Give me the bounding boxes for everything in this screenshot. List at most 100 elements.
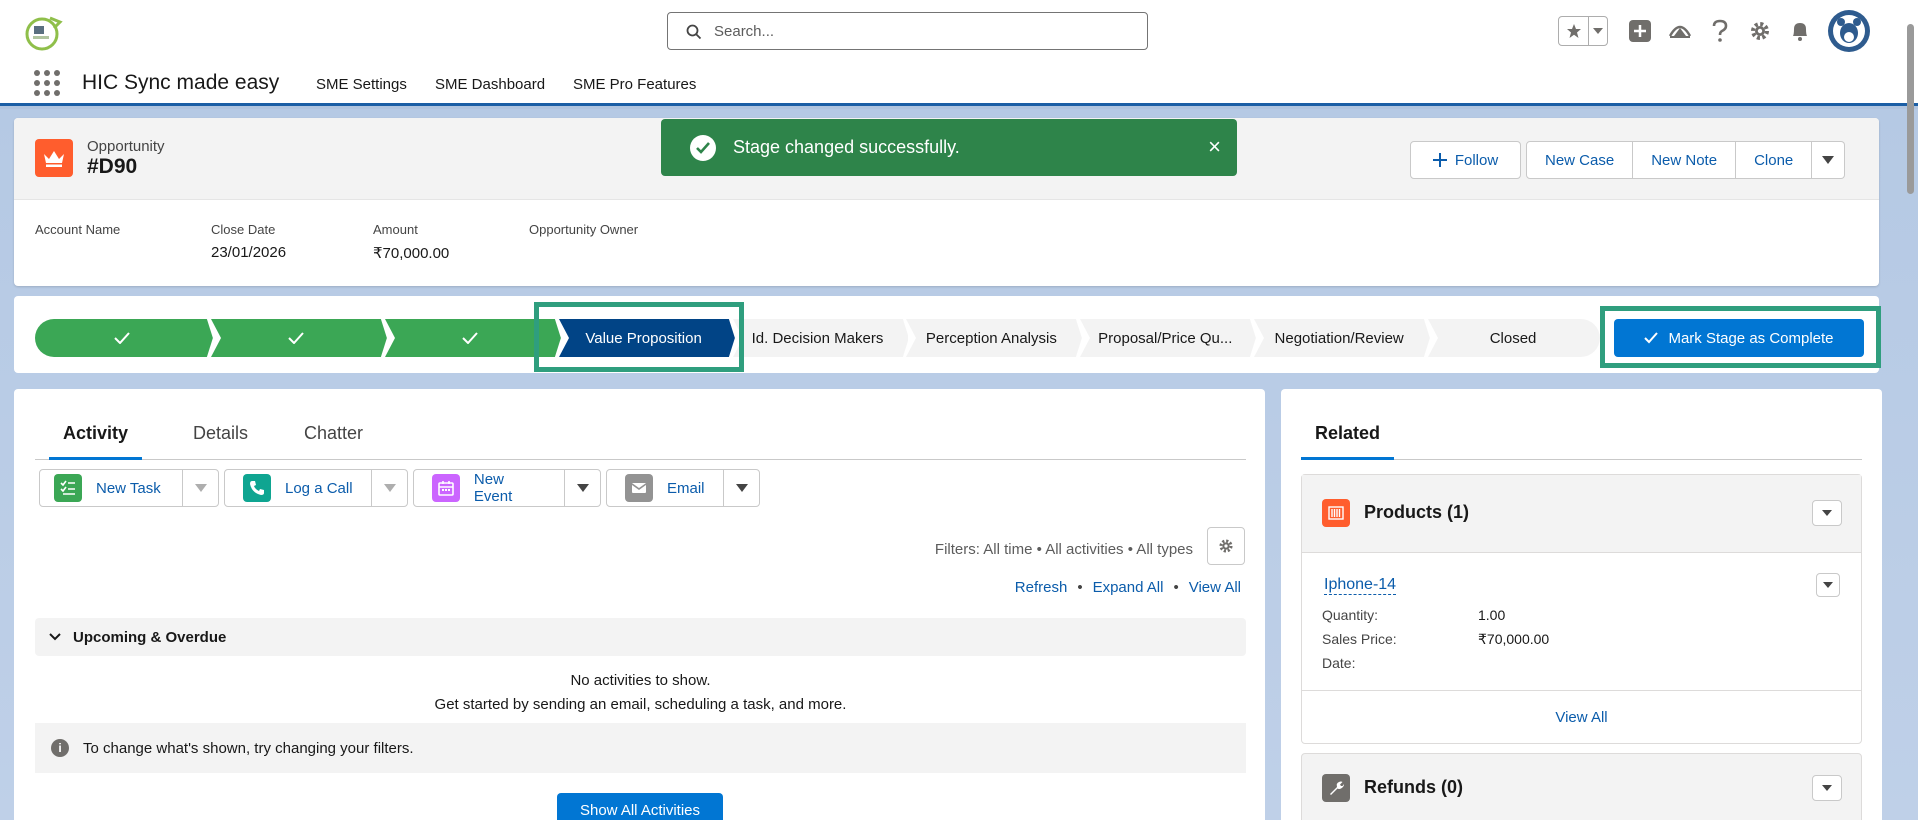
refunds-related-list: Refunds (0) <box>1301 753 1862 820</box>
clone-button[interactable]: Clone <box>1736 141 1813 179</box>
path-stage-label: Negotiation/Review <box>1274 329 1404 347</box>
refunds-title[interactable]: Refunds (0) <box>1364 777 1463 798</box>
setup-gear-icon[interactable] <box>1740 14 1780 48</box>
chevron-down-icon[interactable] <box>1589 17 1607 45</box>
upcoming-overdue-title: Upcoming & Overdue <box>73 628 227 646</box>
email-label: Email <box>667 479 705 497</box>
product-field-label: Sales Price: <box>1322 631 1397 647</box>
field-label: Account Name <box>35 222 121 237</box>
path-stage-label: Proposal/Price Qu... <box>1098 329 1233 347</box>
empty-subtitle: Get started by sending an email, schedul… <box>434 696 847 713</box>
new-task-label: New Task <box>96 479 161 497</box>
product-name-link[interactable]: Iphone-14 <box>1324 576 1397 595</box>
path-stage-6[interactable]: Perception Analysis <box>904 319 1083 357</box>
chevron-down-icon[interactable] <box>723 470 759 506</box>
tab-chatter[interactable]: Chatter <box>290 418 377 460</box>
chevron-down-icon[interactable] <box>1812 775 1842 801</box>
related-tabs: Related <box>1301 418 1862 460</box>
global-header <box>0 0 1918 62</box>
field-value: 23/01/2026 <box>211 244 287 261</box>
close-icon[interactable]: × <box>1208 136 1221 158</box>
view-all-link[interactable]: View All <box>1189 579 1241 596</box>
global-actions-add-icon[interactable] <box>1620 14 1660 48</box>
filter-settings-gear-icon[interactable] <box>1207 527 1245 565</box>
tab-details[interactable]: Details <box>179 418 262 460</box>
info-icon: i <box>51 739 69 757</box>
path-stage-8[interactable]: Negotiation/Review <box>1252 319 1431 357</box>
more-actions-button[interactable] <box>1812 141 1846 179</box>
path-stage-7[interactable]: Proposal/Price Qu... <box>1078 319 1257 357</box>
expand-all-link[interactable]: Expand All <box>1093 579 1164 596</box>
new-event-button[interactable]: New Event <box>413 469 601 507</box>
products-view-all-link[interactable]: View All <box>1302 690 1861 744</box>
avatar[interactable] <box>1828 10 1870 52</box>
activity-filters-text: Filters: All time • All activities • All… <box>934 541 1193 558</box>
opportunity-crown-icon <box>35 139 73 177</box>
chevron-down-icon[interactable] <box>182 470 218 506</box>
products-title[interactable]: Products (1) <box>1364 502 1469 523</box>
tab-activity[interactable]: Activity <box>49 418 143 460</box>
new-task-button[interactable]: New Task <box>39 469 219 507</box>
path-stage-label: Closed <box>1489 329 1537 347</box>
field-account-name: Account Name <box>35 222 120 244</box>
plus-icon <box>1432 153 1447 167</box>
phone-icon <box>243 474 271 502</box>
path-stage-label: Value Proposition <box>585 329 702 347</box>
log-a-call-button[interactable]: Log a Call <box>224 469 408 507</box>
new-note-button[interactable]: New Note <box>1633 141 1737 179</box>
path-stage-9[interactable]: Closed <box>1426 319 1600 357</box>
new-event-label: New Event <box>473 471 513 505</box>
calendar-icon <box>432 474 460 502</box>
record-title: #D90 <box>87 155 138 178</box>
app-name: HIC Sync made easy <box>82 71 280 94</box>
trailhead-icon[interactable] <box>1660 14 1700 48</box>
field-opportunity-owner: Opportunity Owner <box>529 222 638 244</box>
check-icon <box>288 332 304 344</box>
field-label: Amount <box>373 222 418 237</box>
app-launcher-icon[interactable] <box>34 70 60 96</box>
follow-button[interactable]: Follow <box>1410 141 1521 179</box>
product-field-label: Date: <box>1322 655 1356 671</box>
upcoming-overdue-section[interactable]: Upcoming & Overdue <box>35 618 1246 656</box>
field-label: Opportunity Owner <box>529 222 639 237</box>
favorites-group[interactable] <box>1558 16 1608 46</box>
star-icon[interactable] <box>1559 17 1589 45</box>
notifications-bell-icon[interactable] <box>1780 14 1820 48</box>
app-nav-bar: HIC Sync made easy SME Settings SME Dash… <box>0 62 1918 106</box>
empty-title: No activities to show. <box>570 672 711 689</box>
highlight-mark-button <box>1600 306 1881 368</box>
scrollbar-thumb[interactable] <box>1907 24 1914 194</box>
chevron-down-icon[interactable] <box>564 470 600 506</box>
page-scrollbar[interactable] <box>1904 20 1916 810</box>
products-icon <box>1322 499 1350 527</box>
refresh-link[interactable]: Refresh <box>1015 579 1068 596</box>
activity-links: Refresh • Expand All • View All <box>1015 579 1241 596</box>
show-all-activities-button[interactable]: Show All Activities <box>557 793 723 820</box>
product-field-value: 1.00 <box>1478 607 1506 623</box>
filter-info-bar: i To change what's shown, try changing y… <box>35 723 1246 773</box>
field-close-date: Close Date 23/01/2026 <box>211 222 286 261</box>
nav-item-sme-dashboard[interactable]: SME Dashboard <box>435 76 545 93</box>
follow-label: Follow <box>1454 151 1499 169</box>
search-input[interactable] <box>714 21 1134 41</box>
email-button[interactable]: Email <box>606 469 760 507</box>
tab-related[interactable]: Related <box>1301 418 1395 460</box>
chevron-down-icon <box>1822 156 1835 164</box>
path-stage-3[interactable] <box>383 319 561 357</box>
help-icon[interactable] <box>1700 14 1740 48</box>
app-logo-icon[interactable] <box>20 12 68 52</box>
path-stage-5[interactable]: Id. Decision Makers <box>731 319 909 357</box>
log-a-call-label: Log a Call <box>285 479 353 497</box>
chevron-down-icon[interactable] <box>1812 500 1842 526</box>
global-search[interactable] <box>667 12 1148 50</box>
activity-panel: Activity Details Chatter New Task Log a … <box>14 389 1265 820</box>
path-stage-2[interactable] <box>209 319 387 357</box>
path-stage-1[interactable] <box>35 319 213 357</box>
record-object-label: Opportunity <box>87 138 165 155</box>
chevron-down-icon[interactable] <box>371 470 407 506</box>
nav-item-sme-settings[interactable]: SME Settings <box>316 76 407 93</box>
path-stage-label: Id. Decision Makers <box>751 329 884 347</box>
new-case-button[interactable]: New Case <box>1526 141 1634 179</box>
nav-item-sme-pro-features[interactable]: SME Pro Features <box>573 76 696 93</box>
chevron-down-icon[interactable] <box>1816 573 1840 597</box>
